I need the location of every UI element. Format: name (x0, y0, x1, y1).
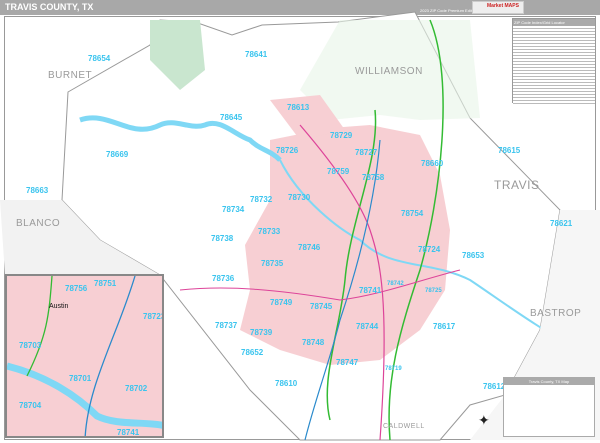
zip-label: 78736 (212, 274, 235, 283)
zip-label: 78748 (302, 338, 325, 347)
zip-label: 78754 (401, 209, 424, 218)
zip-label: 78741 (359, 286, 382, 295)
city-label-austin: Austin (49, 303, 69, 310)
zip-label: 78653 (462, 251, 485, 260)
region-label: WILLIAMSON (355, 66, 423, 77)
zip-label: 78701 (69, 374, 92, 383)
zip-label: 78703 (19, 341, 42, 350)
zip-label: 78742 (387, 281, 404, 287)
compass-rose-icon: ✦ (478, 412, 490, 428)
zip-label: 78739 (250, 328, 273, 337)
zip-label: 78747 (336, 358, 359, 367)
zip-label: 78612 (483, 382, 506, 391)
zip-label: 78641 (245, 50, 268, 59)
zip-label: 78737 (215, 321, 238, 330)
zip-label: 78741 (117, 428, 140, 437)
zip-label: 78652 (241, 348, 264, 357)
inset-canvas (7, 276, 162, 436)
zip-label: 78746 (298, 243, 321, 252)
zip-label: 78663 (26, 186, 49, 195)
zip-label: 78730 (288, 193, 311, 202)
zip-label: 78727 (355, 148, 378, 157)
zip-index-table: ZIP Code Index/Grid Locator (512, 18, 596, 104)
zip-label: 78725 (425, 288, 442, 294)
zip-label: 78704 (19, 401, 42, 410)
zip-label: 78702 (125, 384, 148, 393)
zip-label: 78756 (65, 284, 88, 293)
zip-label: 78726 (276, 146, 299, 155)
zip-label: 78733 (258, 227, 281, 236)
legend-title: Travis County, TX Map (504, 378, 594, 385)
zip-label: 78645 (220, 113, 243, 122)
zip-label: 78660 (421, 159, 444, 168)
region-label: BURNET (48, 70, 93, 81)
zip-label: 78744 (356, 322, 379, 331)
zip-label: 78734 (222, 205, 245, 214)
zip-label: 78654 (88, 54, 111, 63)
zip-label: 78724 (418, 245, 441, 254)
zip-label: 78719 (385, 366, 402, 372)
zip-label: 78732 (250, 195, 273, 204)
region-label: BASTROP (530, 308, 582, 319)
region-label: BLANCO (16, 218, 61, 229)
region-label: TRAVIS (494, 178, 540, 192)
region-label: CALDWELL (383, 423, 425, 430)
zip-label: 78621 (550, 219, 573, 228)
zip-label: 78749 (270, 298, 293, 307)
zip-label: 78617 (433, 322, 456, 331)
zip-label: 78758 (362, 173, 385, 182)
zip-label: 78729 (330, 131, 353, 140)
zip-label: 78738 (211, 234, 234, 243)
zip-label: 78759 (327, 167, 350, 176)
zip-label: 78723 (143, 312, 164, 321)
zip-label: 78610 (275, 379, 298, 388)
map-legend: Travis County, TX Map (503, 377, 595, 437)
index-rows (513, 26, 595, 104)
zip-label: 78615 (498, 146, 521, 155)
zip-label: 78735 (261, 259, 284, 268)
zip-label: 78751 (94, 279, 117, 288)
zip-label: 78613 (287, 103, 310, 112)
index-title: ZIP Code Index/Grid Locator (513, 19, 595, 26)
austin-inset-map[interactable]: 78756 78751 78723 78703 78701 78702 7870… (5, 274, 164, 438)
zip-label: 78745 (310, 302, 333, 311)
zip-label: 78669 (106, 150, 129, 159)
inset-highway-green (26, 276, 53, 377)
